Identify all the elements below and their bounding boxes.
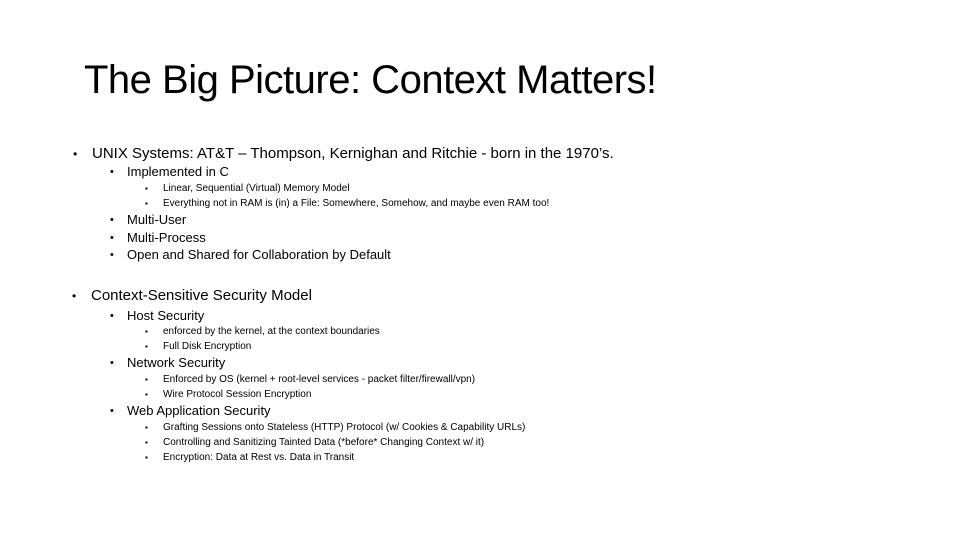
bullet-unix: • UNIX Systems: AT&T – Thompson, Kernigh… bbox=[73, 145, 614, 163]
list-item: ▪ enforced by the kernel, at the context… bbox=[145, 326, 380, 337]
bullet-icon: • bbox=[110, 357, 114, 369]
bullet-icon: • bbox=[73, 147, 78, 161]
bullet-host-security: • Host Security bbox=[110, 308, 205, 323]
bullet-security-model: • Context-Sensitive Security Model bbox=[72, 287, 312, 305]
bullet-icon: • bbox=[110, 249, 114, 261]
bullet-text: Context-Sensitive Security Model bbox=[91, 287, 312, 304]
bullet-icon: • bbox=[72, 289, 77, 303]
bullet-icon: ▪ bbox=[145, 375, 148, 384]
bullet-icon: ▪ bbox=[145, 438, 148, 447]
bullet-multi-process: • Multi-Process bbox=[110, 230, 206, 245]
list-item: ▪ Everything not in RAM is (in) a File: … bbox=[145, 198, 550, 209]
bullet-network-security: • Network Security bbox=[110, 355, 226, 370]
bullet-icon: ▪ bbox=[145, 184, 148, 193]
bullet-text: Implemented in C bbox=[127, 164, 229, 179]
bullet-icon: • bbox=[110, 310, 114, 322]
bullet-text: UNIX Systems: AT&T – Thompson, Kernighan… bbox=[92, 145, 614, 162]
bullet-multi-user: • Multi-User bbox=[110, 212, 187, 227]
bullet-icon: • bbox=[110, 232, 114, 244]
slide-title: The Big Picture: Context Matters! bbox=[84, 58, 657, 102]
list-item: ▪ Encryption: Data at Rest vs. Data in T… bbox=[145, 452, 355, 463]
bullet-icon: ▪ bbox=[145, 390, 148, 399]
bullet-icon: ▪ bbox=[145, 327, 148, 336]
bullet-open-shared: • Open and Shared for Collaboration by D… bbox=[110, 247, 391, 262]
list-item: ▪ Wire Protocol Session Encryption bbox=[145, 389, 312, 400]
bullet-icon: ▪ bbox=[145, 342, 148, 351]
list-item: ▪ Full Disk Encryption bbox=[145, 341, 252, 352]
bullet-icon: ▪ bbox=[145, 423, 148, 432]
bullet-implemented: • Implemented in C bbox=[110, 164, 229, 180]
bullet-icon: • bbox=[110, 405, 114, 417]
list-item: ▪ Controlling and Sanitizing Tainted Dat… bbox=[145, 437, 485, 448]
list-item: ▪ Enforced by OS (kernel + root-level se… bbox=[145, 374, 476, 385]
list-item: ▪ Linear, Sequential (Virtual) Memory Mo… bbox=[145, 183, 350, 194]
bullet-web-app-security: • Web Application Security bbox=[110, 403, 271, 418]
bullet-icon: • bbox=[110, 166, 114, 178]
bullet-icon: ▪ bbox=[145, 199, 148, 208]
list-item: ▪ Grafting Sessions onto Stateless (HTTP… bbox=[145, 422, 526, 433]
bullet-icon: • bbox=[110, 214, 114, 226]
bullet-icon: ▪ bbox=[145, 453, 148, 462]
